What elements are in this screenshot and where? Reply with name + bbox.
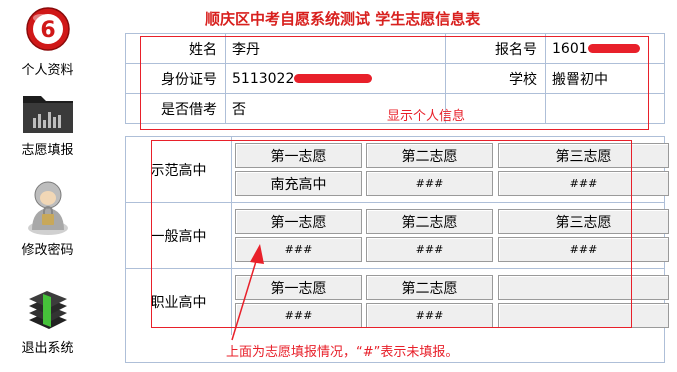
annotation-arrow [231,244,264,341]
sidebar-item-profile[interactable]: 6 个人资料 [0,4,95,78]
page-title: 顺庆区中考自愿系统测试 学生志愿信息表 [205,10,481,28]
exit-books-icon [28,291,67,329]
choices-annotation: 上面为志愿填报情况，“#”表示未填报。 [226,345,459,360]
sidebar-item-label: 个人资料 [21,63,74,78]
sidebar-item-label: 退出系统 [21,341,74,356]
profile-icon: 6 [25,7,70,51]
sidebar-item-logout[interactable]: 退出系统 [0,286,95,356]
sidebar-item-choices[interactable]: 志愿填报 [0,90,95,158]
info-annotation: 显示个人信息 [387,109,466,124]
user-lock-icon [27,181,68,235]
sidebar: 6 个人资料 志愿填报 修改密码 退出系统 [0,0,95,372]
folder-icon [22,96,73,133]
sidebar-item-label: 修改密码 [21,243,74,258]
sidebar-item-label: 志愿填报 [21,143,74,158]
sidebar-item-password[interactable]: 修改密码 [0,178,95,258]
